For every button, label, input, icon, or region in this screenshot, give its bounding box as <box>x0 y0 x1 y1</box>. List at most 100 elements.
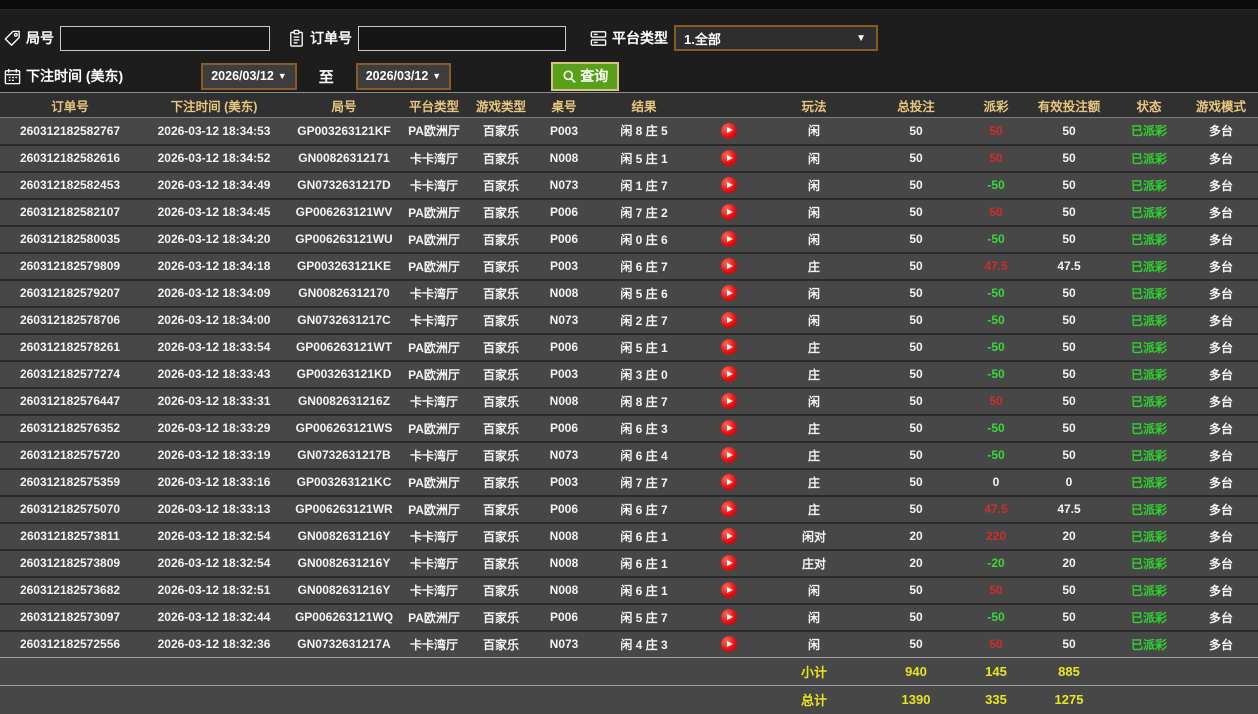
cell-status: 已派彩 <box>1114 521 1184 550</box>
cell-result: 闲 6 庄 1 <box>594 575 694 604</box>
cell-status: 已派彩 <box>1114 548 1184 577</box>
cell-round: GN00826312170 <box>288 278 400 307</box>
play-icon[interactable] <box>721 447 737 463</box>
cell-replay <box>694 521 764 550</box>
cell-result: 闲 0 庄 6 <box>594 224 694 253</box>
play-icon[interactable] <box>721 231 737 247</box>
cell-status: 已派彩 <box>1114 575 1184 604</box>
cell-mode: 多台 <box>1184 197 1258 226</box>
cell-round: GP006263121WT <box>288 332 400 361</box>
cell-order: 260312182575359 <box>0 467 140 496</box>
play-icon[interactable] <box>721 204 737 220</box>
cell-table: P003 <box>549 123 579 138</box>
cell-payout: -50 <box>968 602 1024 631</box>
order-input[interactable] <box>358 25 566 51</box>
cell-replay <box>694 197 764 226</box>
play-icon[interactable] <box>721 528 737 544</box>
cell-table: P003 <box>534 251 594 280</box>
cell-game: 百家乐 <box>468 224 534 253</box>
play-icon[interactable] <box>721 393 737 409</box>
cell-result: 闲 1 庄 7 <box>594 170 694 199</box>
play-icon[interactable] <box>721 258 737 274</box>
chevron-down-icon: ▼ <box>432 71 442 81</box>
cell-bet: 50 <box>864 467 968 496</box>
table-row: 260312182575359 2026-03-12 18:33:16 GP00… <box>0 467 1258 496</box>
cell-bet: 50 <box>864 278 968 307</box>
cell-game: 百家乐 <box>468 143 534 172</box>
cell-mode: 多台 <box>1184 224 1258 253</box>
cell-game: 百家乐 <box>468 602 534 631</box>
play-icon[interactable] <box>721 150 737 166</box>
to-label: 至 <box>318 68 334 86</box>
cell-status: 已派彩 <box>1114 224 1184 253</box>
cell-round: GN0082631216Z <box>288 386 400 415</box>
cell-order: 260312182573811 <box>0 521 140 550</box>
cell-table: N008 <box>534 521 594 550</box>
cell-order: 260312182582107 <box>0 197 140 226</box>
total-bet: 1390 <box>864 685 968 714</box>
play-icon[interactable] <box>721 339 737 355</box>
cell-valid: 20 <box>1024 548 1114 577</box>
cell-play: 闲 <box>764 143 864 172</box>
cell-order: 260312182573097 <box>0 602 140 631</box>
play-icon[interactable] <box>721 636 737 653</box>
date-to-picker[interactable]: 2026/03/12 ▼ <box>355 62 452 90</box>
cell-time: 2026-03-12 18:34:52 <box>140 143 288 172</box>
play-icon[interactable] <box>721 122 737 139</box>
cell-game: 百家乐 <box>468 359 534 388</box>
cell-result: 闲 5 庄 1 <box>594 332 694 361</box>
cell-round: GN0732631217B <box>288 440 400 469</box>
col-order: 订单号 <box>0 92 140 118</box>
cell-round: GP003263121KC <box>288 467 400 496</box>
cell-payout: -50 <box>968 440 1024 469</box>
play-icon[interactable] <box>721 474 737 490</box>
round-label: 局号 <box>26 30 54 46</box>
play-icon[interactable] <box>721 555 737 571</box>
cell-valid: 50 <box>1024 386 1114 415</box>
cell-mode: 多台 <box>1184 170 1258 199</box>
play-icon[interactable] <box>721 177 737 193</box>
cell-valid: 50 <box>1024 224 1114 253</box>
cell-round: GN00826312171 <box>288 143 400 172</box>
cell-replay <box>694 440 764 469</box>
cell-valid: 50 <box>1024 143 1114 172</box>
cell-play: 闲 <box>807 124 820 139</box>
cell-valid: 50 <box>1062 123 1076 138</box>
table-row: 260312182573097 2026-03-12 18:32:44 GP00… <box>0 602 1258 631</box>
play-icon[interactable] <box>721 609 737 625</box>
cell-result: 闲 2 庄 7 <box>594 305 694 334</box>
filter-panel: 局号 订单号 平台类型 1.全部 ▼ 下注时间 (美东) 2026/03/12 … <box>0 10 1258 92</box>
cell-round: GN0082631216Y <box>288 575 400 604</box>
bet-time-label: 下注时间 (美东) <box>26 68 124 84</box>
play-icon[interactable] <box>721 366 737 382</box>
table-row: 260312182572556 2026-03-12 18:32:36 GN07… <box>0 629 1258 658</box>
cell-game: 百家乐 <box>468 251 534 280</box>
cell-payout: 47.5 <box>968 251 1024 280</box>
cell-result: 闲 6 庄 3 <box>594 413 694 442</box>
cell-bet: 50 <box>864 305 968 334</box>
round-input[interactable] <box>60 25 270 51</box>
cell-play: 庄 <box>764 467 864 496</box>
play-icon[interactable] <box>721 420 737 436</box>
date-from-picker[interactable]: 2026/03/12 ▼ <box>201 62 297 90</box>
play-icon[interactable] <box>721 312 737 328</box>
query-button[interactable]: 查询 <box>551 61 620 91</box>
cell-game: 百家乐 <box>468 386 534 415</box>
cell-round: GP003263121KE <box>288 251 400 280</box>
platform-select[interactable]: 1.全部 ▼ <box>674 25 878 51</box>
cell-replay <box>694 305 764 334</box>
cell-time: 2026-03-12 18:33:31 <box>140 386 288 415</box>
cell-replay <box>694 224 764 253</box>
cell-round: GP003263121KD <box>288 359 400 388</box>
cell-payout: -50 <box>968 413 1024 442</box>
cell-bet: 50 <box>864 143 968 172</box>
play-icon[interactable] <box>721 582 737 598</box>
play-icon[interactable] <box>721 501 737 517</box>
cell-status: 已派彩 <box>1114 359 1184 388</box>
cell-table: N073 <box>534 440 594 469</box>
cell-result: 闲 7 庄 7 <box>594 467 694 496</box>
cell-game: 百家乐 <box>468 332 534 361</box>
cell-replay <box>694 118 764 145</box>
play-icon[interactable] <box>721 285 737 301</box>
cell-game: 百家乐 <box>468 278 534 307</box>
